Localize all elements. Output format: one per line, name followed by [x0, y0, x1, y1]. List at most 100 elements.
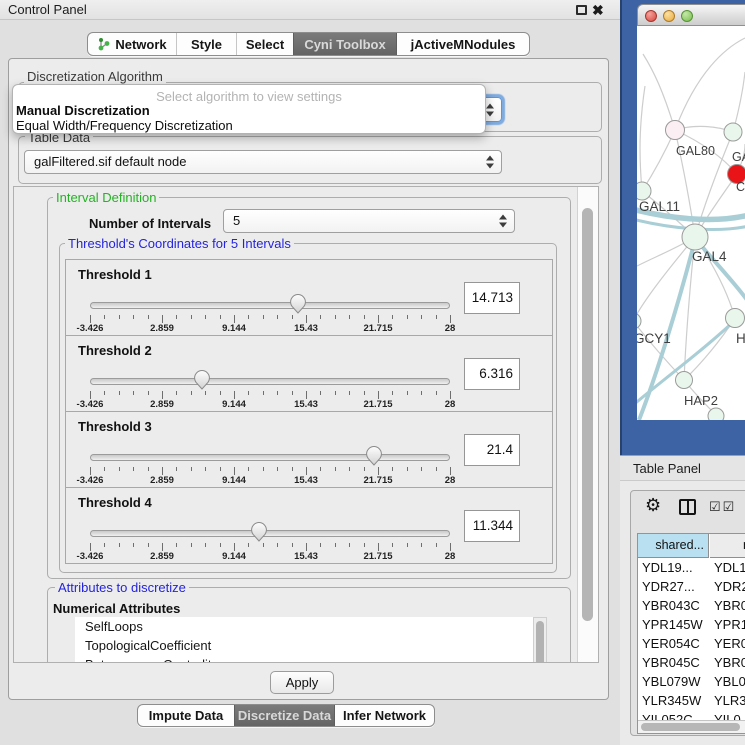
zoom-traffic-light[interactable]: [681, 10, 693, 22]
slider-track[interactable]: [90, 378, 450, 385]
number-of-intervals-combo[interactable]: 5: [223, 209, 515, 233]
scrollbar-thumb[interactable]: [536, 621, 544, 663]
interval-definition-title: Interval Definition: [53, 190, 159, 205]
node-gal11[interactable]: [637, 182, 651, 200]
threshold-value[interactable]: 14.713: [464, 282, 520, 314]
cell-shared-name: YDL19...: [642, 558, 693, 577]
tab-jactivemnodules[interactable]: jActiveMNodules: [396, 33, 529, 55]
tick-mark: [191, 467, 192, 471]
thresholds-group-title: Threshold's Coordinates for 5 Intervals: [65, 236, 294, 251]
tick-mark: [277, 391, 278, 395]
tab-network[interactable]: Network: [88, 33, 176, 55]
tick-label: -3.426: [60, 323, 120, 334]
tick-mark: [335, 391, 336, 395]
node-hap2[interactable]: [676, 372, 693, 389]
tick-mark: [392, 391, 393, 395]
table-row[interactable]: YDR27...YDR2: [638, 577, 745, 596]
table-row[interactable]: YBL079W YBL0: [638, 672, 745, 691]
node-label-gal11: GAL11: [639, 199, 680, 214]
attribute-list-item[interactable]: SelfLoops: [75, 617, 533, 636]
tick-mark: [191, 543, 192, 547]
column-header-shared-name[interactable]: shared...: [638, 534, 709, 558]
slider-track[interactable]: [90, 530, 450, 537]
tick-label: 21.715: [348, 399, 408, 410]
tick-mark: [277, 543, 278, 547]
close-icon[interactable]: ✖: [592, 1, 604, 19]
attributes-list-scrollbar[interactable]: [533, 617, 547, 663]
apply-button[interactable]: Apply: [270, 671, 334, 694]
threshold-label: Threshold 2: [78, 343, 152, 358]
cell-name: YER0: [714, 634, 745, 653]
popup-item-manual-discretization[interactable]: Manual Discretization: [16, 103, 150, 118]
node-gal4[interactable]: [682, 224, 708, 250]
table-data-combo[interactable]: galFiltered.sif default node: [24, 150, 502, 174]
slider-thumb[interactable]: [250, 522, 268, 542]
split-columns-icon[interactable]: [679, 499, 696, 515]
scrollbar-thumb[interactable]: [641, 723, 740, 731]
table-row[interactable]: YPR145WYPR1: [638, 615, 745, 634]
tick-mark: [349, 467, 350, 471]
gear-icon[interactable]: ⚙: [645, 495, 661, 516]
number-of-intervals-label: Number of Intervals: [89, 216, 211, 231]
tab-impute-data[interactable]: Impute Data: [138, 705, 234, 726]
tab-network-label: Network: [115, 37, 166, 52]
node-gcy1[interactable]: [637, 313, 641, 329]
tab-style[interactable]: Style: [176, 33, 236, 55]
tick-mark: [407, 543, 408, 547]
tick-label: 2.859: [132, 323, 192, 334]
tab-discretize-data[interactable]: Discretize Data: [234, 705, 334, 726]
tab-infer-network-label: Infer Network: [343, 708, 426, 723]
slider-track[interactable]: [90, 302, 450, 309]
cell-name: YBL0: [714, 672, 745, 691]
tick-mark: [335, 543, 336, 547]
table-horizontal-scrollbar[interactable]: [638, 720, 745, 733]
threshold-label: Threshold 1: [78, 267, 152, 282]
node-bottom-partial[interactable]: [708, 408, 724, 420]
tab-infer-network[interactable]: Infer Network: [334, 705, 434, 726]
table-row[interactable]: YDL19...YDL1: [638, 558, 745, 577]
tab-cyni-toolbox[interactable]: Cyni Toolbox: [293, 33, 396, 55]
slider-track[interactable]: [90, 454, 450, 461]
attribute-list-item[interactable]: TopologicalCoefficient: [75, 636, 533, 655]
tab-select[interactable]: Select: [236, 33, 293, 55]
cell-shared-name: YBL079W: [642, 672, 701, 691]
tick-mark: [90, 315, 91, 323]
tab-cyni-toolbox-label: Cyni Toolbox: [304, 37, 385, 52]
close-traffic-light[interactable]: [645, 10, 657, 22]
tick-mark: [436, 543, 437, 547]
node-top-right[interactable]: [724, 123, 742, 141]
tick-mark: [263, 543, 264, 547]
minimize-traffic-light[interactable]: [663, 10, 675, 22]
column-checkbox-icons[interactable]: ☑☑: [709, 499, 736, 515]
column-header-name[interactable]: na: [710, 534, 745, 558]
slider-thumb[interactable]: [289, 294, 307, 314]
tick-mark: [407, 315, 408, 319]
tick-label: 15.43: [276, 323, 336, 334]
attribute-list-item[interactable]: BetweennessCentrality: [75, 655, 533, 663]
table-row[interactable]: YLR345WYLR3: [638, 691, 745, 710]
table-row[interactable]: YBR045CYBR0: [638, 653, 745, 672]
slider-thumb[interactable]: [193, 370, 211, 390]
threshold-value[interactable]: 21.4: [464, 434, 520, 466]
tick-mark: [133, 543, 134, 547]
node-gal80[interactable]: [666, 121, 685, 140]
node-right-h[interactable]: [726, 309, 745, 328]
float-window-icon[interactable]: [576, 5, 587, 15]
cell-name: YPR1: [714, 615, 745, 634]
window-title: Control Panel: [8, 0, 87, 20]
tick-mark: [205, 543, 206, 547]
threshold-value[interactable]: 6.316: [464, 358, 520, 390]
scrollbar-thumb[interactable]: [582, 208, 593, 621]
node-label-partial-ga: GA: [732, 150, 745, 164]
table-row[interactable]: YER054CYER0: [638, 634, 745, 653]
node-label-gal80: GAL80: [676, 144, 715, 158]
tick-label: 15.43: [276, 551, 336, 562]
table-row[interactable]: YBR043CYBR0: [638, 596, 745, 615]
popup-item-equal-width-frequency[interactable]: Equal Width/Frequency Discretization: [16, 118, 233, 133]
settings-scrollbar[interactable]: [577, 187, 599, 662]
threshold-panel: Threshold 2-3.4262.8599.14415.4321.71528…: [65, 335, 553, 412]
network-view-canvas[interactable]: GAL80 GA C GAL11 GAL4 GCY1 H HAP2: [637, 26, 745, 420]
slider-thumb[interactable]: [365, 446, 383, 466]
tick-mark: [191, 391, 192, 395]
threshold-value[interactable]: 11.344: [464, 510, 520, 542]
